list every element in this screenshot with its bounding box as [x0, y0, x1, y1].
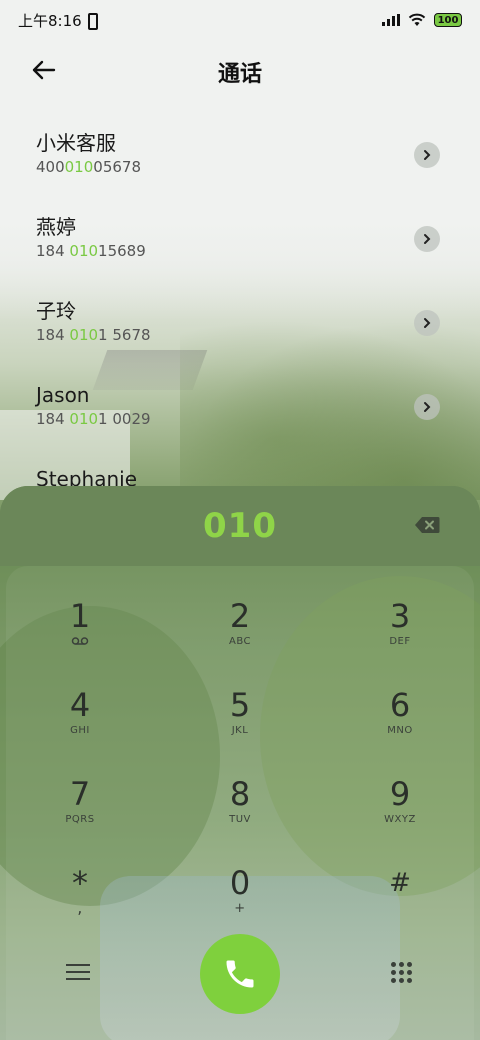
contact-name: 子玲	[36, 299, 76, 323]
number-prefix: 184	[36, 410, 70, 428]
key-digit: 9	[389, 775, 411, 813]
call-button[interactable]	[200, 934, 280, 1014]
backspace-button[interactable]	[414, 516, 440, 534]
key-letters: WXYZ	[384, 814, 416, 825]
number-suffix: 1 5678	[98, 326, 151, 344]
key-row: 1 2 ABC 3 DEF	[0, 596, 480, 685]
number-prefix: 184	[36, 326, 70, 344]
chevron-right-icon	[424, 150, 431, 160]
key-1[interactable]: 1	[20, 596, 140, 676]
number-prefix: 400	[36, 158, 65, 176]
key-digit: 2	[229, 597, 251, 635]
dial-display-bar: 010	[0, 486, 480, 566]
key-letters: GHI	[70, 725, 90, 736]
keypad-toggle-button[interactable]	[391, 962, 413, 984]
page-title: 通话	[217, 62, 262, 87]
voicemail-icon	[20, 636, 140, 650]
key-3[interactable]: 3 DEF	[340, 596, 460, 676]
contact-detail-button[interactable]	[414, 394, 440, 420]
keypad: 1 2 ABC 3 DEF 4 GHI 5 JKL 6 MNO 7 PQRS 8…	[0, 596, 480, 952]
key-0[interactable]: 0 +	[180, 863, 300, 943]
status-time: 上午8:16	[18, 11, 82, 30]
number-suffix: 05678	[93, 158, 141, 176]
key-letters: PQRS	[65, 814, 95, 825]
contact-item[interactable]: 子玲 184 0101 5678	[0, 280, 480, 364]
key-digit: 8	[229, 775, 251, 813]
contact-detail-button[interactable]	[414, 142, 440, 168]
key-digit: 3	[389, 597, 411, 635]
key-digit: 6	[389, 686, 411, 724]
key-letters: ABC	[228, 636, 251, 647]
key-letters: TUV	[229, 814, 251, 825]
status-left: 上午8:16	[18, 10, 98, 31]
dialer-bottom-bar	[0, 934, 480, 1014]
key-digit: 0	[229, 864, 251, 902]
key-letters: MNO	[387, 725, 413, 736]
chevron-right-icon	[424, 234, 431, 244]
signal-icon	[382, 14, 400, 26]
contact-item[interactable]: 燕婷 184 01015689	[0, 196, 480, 280]
dialer-panel: 010 1 2 ABC 3 DEF 4 GHI 5 JKL 6 MNO 7 PQ…	[0, 486, 480, 1040]
status-bar: 上午8:16 100	[0, 0, 480, 40]
contact-item[interactable]: Jason 184 0101 0029	[0, 364, 480, 448]
key-digit: 7	[69, 775, 91, 813]
key-7[interactable]: 7 PQRS	[20, 774, 140, 854]
key-digit: #	[389, 868, 411, 898]
contact-number: 40001005678	[36, 156, 480, 178]
key-digit: *	[72, 864, 88, 902]
key-star[interactable]: * ,	[20, 863, 140, 943]
contact-detail-button[interactable]	[414, 310, 440, 336]
contact-detail-button[interactable]	[414, 226, 440, 252]
key-hash[interactable]: #	[340, 863, 460, 943]
number-match: 010	[69, 242, 99, 260]
key-row: 7 PQRS 8 TUV 9 WXYZ	[0, 774, 480, 863]
contact-number: 184 0101 0029	[36, 408, 480, 430]
key-digit: 5	[229, 686, 251, 724]
contact-name: Jason	[36, 383, 90, 407]
battery-icon: 100	[434, 13, 462, 27]
chevron-right-icon	[424, 318, 431, 328]
number-match: 010	[69, 410, 99, 428]
key-letters: ,	[77, 898, 83, 917]
contact-number: 184 01015689	[36, 240, 480, 262]
key-2[interactable]: 2 ABC	[180, 596, 300, 676]
contact-name: 燕婷	[36, 215, 76, 239]
key-letters: +	[234, 901, 246, 916]
backspace-icon	[415, 517, 440, 533]
contact-item[interactable]: 小米客服 40001005678	[0, 112, 480, 196]
key-8[interactable]: 8 TUV	[180, 774, 300, 854]
key-digit: 4	[69, 686, 91, 724]
key-9[interactable]: 9 WXYZ	[340, 774, 460, 854]
number-suffix: 15689	[98, 242, 146, 260]
key-row: 4 GHI 5 JKL 6 MNO	[0, 685, 480, 774]
status-right: 100	[382, 13, 462, 27]
phone-icon	[226, 960, 254, 988]
wifi-icon	[408, 13, 426, 27]
vibrate-icon	[86, 13, 98, 30]
number-match: 010	[64, 158, 94, 176]
key-letters: DEF	[389, 636, 411, 647]
contact-list: 小米客服 40001005678 燕婷 184 01015689 子玲 184 …	[0, 112, 480, 532]
key-4[interactable]: 4 GHI	[20, 685, 140, 765]
contact-name: 小米客服	[36, 131, 116, 155]
number-match: 010	[69, 326, 99, 344]
contact-number: 184 0101 5678	[36, 324, 480, 346]
key-6[interactable]: 6 MNO	[340, 685, 460, 765]
key-digit: 1	[69, 597, 91, 635]
dial-input[interactable]: 010	[203, 506, 277, 546]
menu-button[interactable]	[66, 964, 90, 984]
key-letters: JKL	[231, 725, 249, 736]
menu-icon	[66, 964, 90, 980]
header: 通话	[0, 48, 480, 92]
key-5[interactable]: 5 JKL	[180, 685, 300, 765]
number-prefix: 184	[36, 242, 70, 260]
number-suffix: 1 0029	[98, 410, 151, 428]
chevron-right-icon	[424, 402, 431, 412]
